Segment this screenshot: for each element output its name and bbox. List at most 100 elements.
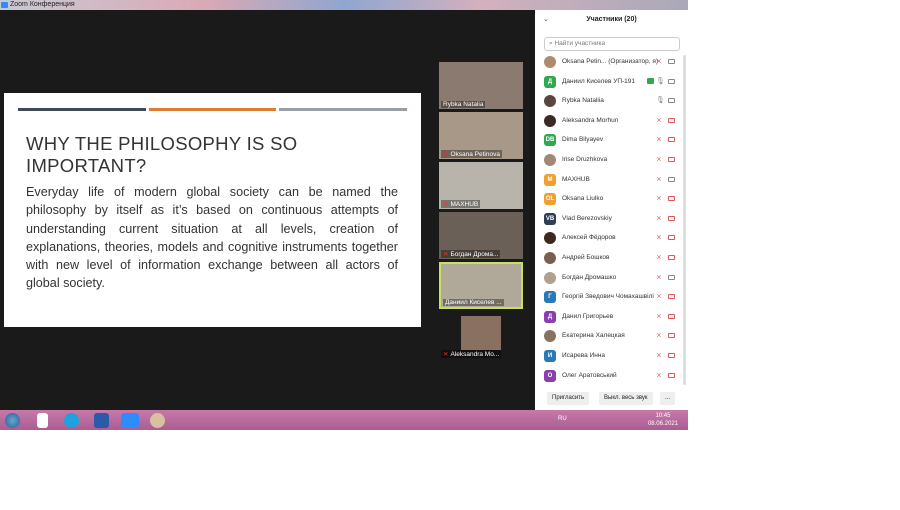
avatar: О xyxy=(544,369,556,382)
scrollbar[interactable] xyxy=(683,55,686,385)
muted-microphone-icon[interactable]: ⨯ xyxy=(656,116,662,124)
camera-off-icon[interactable] xyxy=(668,353,675,358)
camera-off-icon[interactable] xyxy=(668,235,675,241)
paint-icon[interactable] xyxy=(150,413,165,428)
muted-mic-icon: ⨯ xyxy=(443,201,449,208)
camera-icon[interactable] xyxy=(668,176,675,182)
avatar xyxy=(544,330,556,343)
video-name: Даниил Киселев ... xyxy=(445,299,502,306)
video-name-label: ⨯ Oksana Petinova xyxy=(441,150,502,158)
file-icon[interactable] xyxy=(37,413,48,428)
zoom-window: Zoom Конференция WHY THE PHILOSOPHY IS S… xyxy=(0,0,688,430)
muted-microphone-icon[interactable]: ⨯ xyxy=(656,194,662,202)
video-name-label: Rybka Natalia xyxy=(441,101,486,108)
camera-icon[interactable] xyxy=(668,98,675,104)
camera-off-icon[interactable] xyxy=(668,137,675,143)
video-tile[interactable]: Даниил Киселев ... xyxy=(439,262,523,309)
shared-slide: WHY THE PHILOSOPHY IS SO IMPORTANT? Ever… xyxy=(4,93,421,327)
participant-row[interactable]: M MAXHUB ⨯ xyxy=(535,170,683,190)
video-tile[interactable]: ⨯ Богдан Дрома... xyxy=(439,212,523,259)
camera-off-icon[interactable] xyxy=(668,294,675,300)
participant-row[interactable]: Алексей Фёдоров ⨯ xyxy=(535,228,683,248)
more-button[interactable]: ... xyxy=(660,392,676,405)
muted-microphone-icon[interactable]: ⨯ xyxy=(656,371,662,379)
camera-off-icon[interactable] xyxy=(668,372,675,378)
slide-bar-dark xyxy=(18,108,146,111)
muted-microphone-icon[interactable]: ⨯ xyxy=(656,233,662,241)
participant-search-input[interactable]: ⌕ Найти участника xyxy=(544,37,680,51)
participant-row[interactable]: Екатерина Халецкая ⨯ xyxy=(535,326,683,346)
muted-microphone-icon[interactable]: ⨯ xyxy=(656,292,662,300)
participant-row[interactable]: О Олег Аратовський ⨯ xyxy=(535,366,683,386)
muted-microphone-icon[interactable]: ⨯ xyxy=(656,351,662,359)
participant-row[interactable]: И Исарева Инна ⨯ xyxy=(535,346,683,366)
participant-name: Екатерина Халецкая xyxy=(562,332,625,340)
camera-off-icon[interactable] xyxy=(668,313,675,319)
participant-row[interactable]: VB Vlad Berezovskiy ⨯ xyxy=(535,209,683,229)
camera-icon[interactable] xyxy=(668,78,675,84)
camera-off-icon[interactable] xyxy=(668,196,675,202)
avatar: OL xyxy=(544,193,556,206)
clock[interactable]: 10:45 08.06.2021 xyxy=(648,412,678,428)
camera-off-icon[interactable] xyxy=(668,117,675,123)
participant-row[interactable]: Богдан Дромашко ⨯ xyxy=(535,268,683,288)
camera-off-icon[interactable] xyxy=(668,157,675,162)
muted-microphone-icon[interactable]: ⨯ xyxy=(656,135,662,143)
camera-off-icon[interactable] xyxy=(668,255,675,260)
word-icon[interactable] xyxy=(94,413,109,428)
avatar: DB xyxy=(544,134,556,147)
participant-row[interactable]: Oksana Petin... (Организатор, я) ⨯ xyxy=(535,52,683,72)
zoom-taskbar-icon[interactable] xyxy=(121,413,139,428)
participant-row[interactable]: OL Oksana Liulko ⨯ xyxy=(535,189,683,209)
camera-off-icon[interactable] xyxy=(668,333,675,339)
clock-time: 10:45 xyxy=(655,413,671,419)
camera-icon[interactable] xyxy=(668,59,675,64)
avatar: M xyxy=(544,173,556,186)
avatar: И xyxy=(544,350,556,362)
slide-bar-gray xyxy=(279,108,407,111)
avatar xyxy=(544,114,556,127)
muted-microphone-icon[interactable]: ⨯ xyxy=(656,175,662,183)
video-tile[interactable]: ⨯ Aleksandra Mo... xyxy=(439,312,523,359)
muted-microphone-icon[interactable]: ⨯ xyxy=(656,57,662,65)
microphone-icon[interactable]: 🎙︎ xyxy=(656,77,665,85)
avatar: VB xyxy=(544,212,556,225)
participant-row[interactable]: Irise Druzhkova ⨯ xyxy=(535,150,683,170)
participant-row[interactable]: Rybka Nataliia 🎙︎ xyxy=(535,91,683,111)
muted-microphone-icon[interactable]: ⨯ xyxy=(656,214,662,222)
participant-name: Георгій Зведович Чомахашвілі xyxy=(562,293,654,301)
camera-off-icon[interactable] xyxy=(668,215,675,221)
invite-button[interactable]: Пригласить xyxy=(547,392,590,405)
participant-name: Данил Григорьев xyxy=(562,312,614,320)
participant-name: Даниил Киселев УП-191 xyxy=(562,77,636,85)
muted-microphone-icon[interactable]: ⨯ xyxy=(656,253,662,261)
video-tile[interactable]: ⨯ MAXHUB xyxy=(439,162,523,209)
muted-microphone-icon[interactable]: ⨯ xyxy=(656,312,662,320)
participant-name: Irise Druzhkova xyxy=(562,156,608,163)
participant-row[interactable]: DB Dima Bilyayev ⨯ xyxy=(535,130,683,150)
participant-row[interactable]: Д Данил Григорьев ⨯ xyxy=(535,307,683,327)
participant-name: Vlad Berezovskiy xyxy=(562,214,612,222)
video-tile[interactable]: ⨯ Oksana Petinova xyxy=(439,112,523,159)
avatar: Д xyxy=(544,310,556,323)
participant-row[interactable]: Aleksandra Morhun ⨯ xyxy=(535,111,683,131)
participant-name: Исарева Инна xyxy=(562,352,606,359)
muted-microphone-icon[interactable]: ⨯ xyxy=(656,155,662,163)
muted-mic-icon: ⨯ xyxy=(443,251,449,258)
camera-icon[interactable] xyxy=(668,274,675,280)
microphone-icon[interactable]: 🎙︎ xyxy=(656,96,665,104)
muted-microphone-icon[interactable]: ⨯ xyxy=(656,273,662,281)
muted-microphone-icon[interactable]: ⨯ xyxy=(656,331,662,339)
mute-all-button[interactable]: Выкл. весь звук xyxy=(599,392,653,405)
skype-icon[interactable] xyxy=(64,413,79,428)
start-button-icon[interactable] xyxy=(5,413,20,428)
participant-row[interactable]: Андрей Бошков ⨯ xyxy=(535,248,683,268)
participant-row[interactable]: Г Георгій Зведович Чомахашвілі ⨯ xyxy=(535,287,683,307)
video-tile[interactable]: Rybka Natalia xyxy=(439,62,523,109)
language-indicator[interactable]: RU xyxy=(558,416,567,422)
video-name: Богдан Дрома... xyxy=(450,251,499,258)
video-name: Oksana Petinova xyxy=(450,151,500,158)
participant-name: Богдан Дромашко xyxy=(562,273,617,281)
avatar xyxy=(544,154,556,166)
participant-row[interactable]: Д Даниил Киселев УП-191 🎙︎ xyxy=(535,72,683,92)
